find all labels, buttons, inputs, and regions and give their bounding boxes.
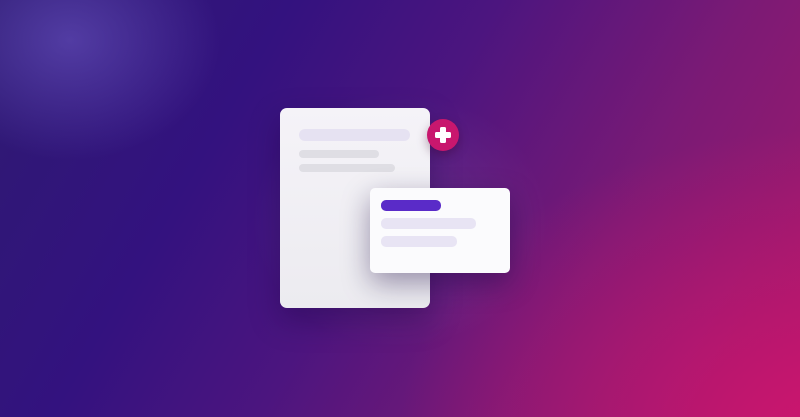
- document-text-placeholder: [299, 150, 379, 158]
- form-header-placeholder: [381, 200, 441, 211]
- document-title-placeholder: [299, 129, 410, 141]
- add-badge: [427, 119, 459, 151]
- document-text-placeholder: [299, 164, 395, 172]
- plus-icon: [434, 126, 452, 144]
- form-field-placeholder: [381, 236, 457, 247]
- form-field-placeholder: [381, 218, 476, 229]
- form-card: [370, 188, 510, 273]
